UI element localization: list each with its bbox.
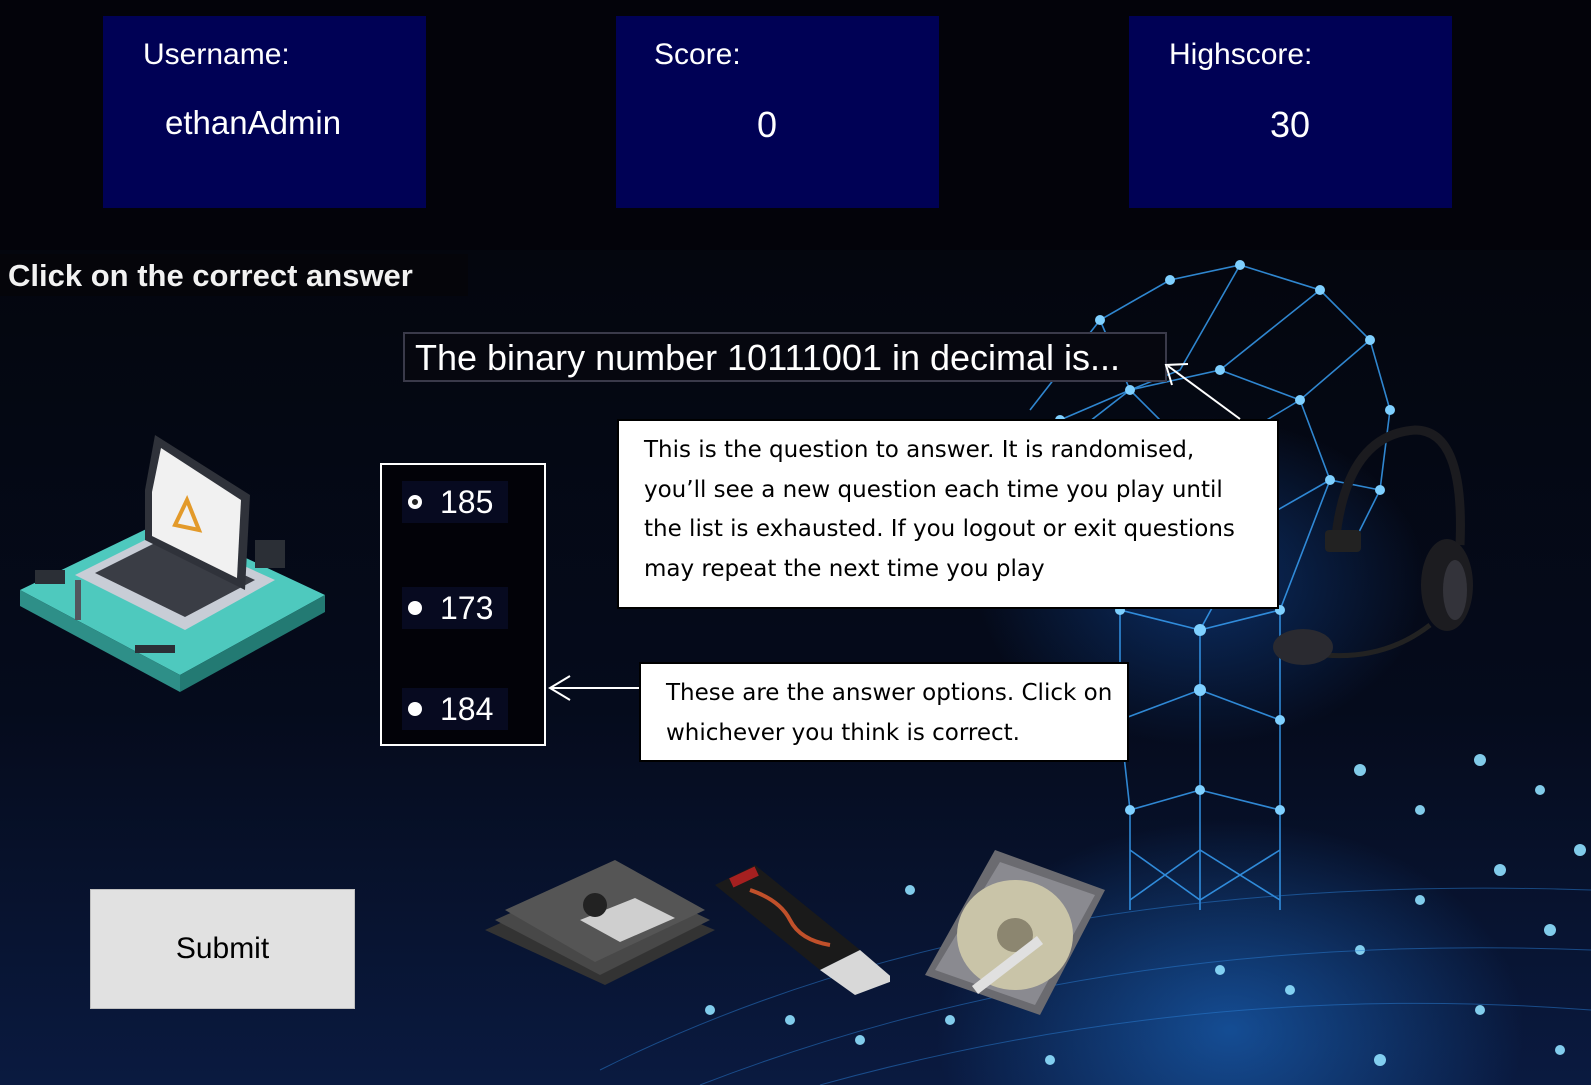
question-text: The binary number 10111001 in decimal is… (403, 332, 1167, 382)
option-label: 185 (440, 483, 494, 520)
question-note: This is the question to answer. It is ra… (617, 419, 1279, 609)
laptop-illustration (20, 435, 325, 692)
username-label: Username: (143, 38, 290, 71)
score-label: Score: (654, 38, 741, 71)
usb-drive-icon (715, 865, 890, 995)
instruction-text: Click on the correct answer (0, 254, 468, 296)
username-value: ethanAdmin (165, 104, 342, 141)
option-185[interactable]: 185 (402, 481, 508, 523)
option-173[interactable]: 173 (402, 587, 508, 629)
radio-icon[interactable] (408, 702, 422, 716)
radio-icon[interactable] (408, 601, 422, 615)
score-panel: Score: 0 (616, 16, 939, 208)
option-label: 184 (440, 690, 494, 727)
submit-button[interactable]: Submit (90, 889, 355, 1009)
answer-options-group: 185 173 184 (380, 463, 546, 746)
score-value: 0 (757, 104, 778, 145)
options-note: These are the answer options. Click on w… (639, 662, 1129, 762)
highscore-value: 30 (1270, 104, 1311, 145)
highscore-label: Highscore: (1169, 38, 1313, 71)
option-label: 173 (440, 589, 494, 626)
option-184[interactable]: 184 (402, 688, 508, 730)
highscore-panel: Highscore: 30 (1129, 16, 1452, 208)
headset-icon (1273, 425, 1473, 665)
floppy-disks-icon (485, 860, 715, 985)
username-panel: Username: ethanAdmin (103, 16, 426, 208)
hard-drive-icon (925, 850, 1105, 1015)
radio-selected-icon[interactable] (408, 495, 422, 509)
